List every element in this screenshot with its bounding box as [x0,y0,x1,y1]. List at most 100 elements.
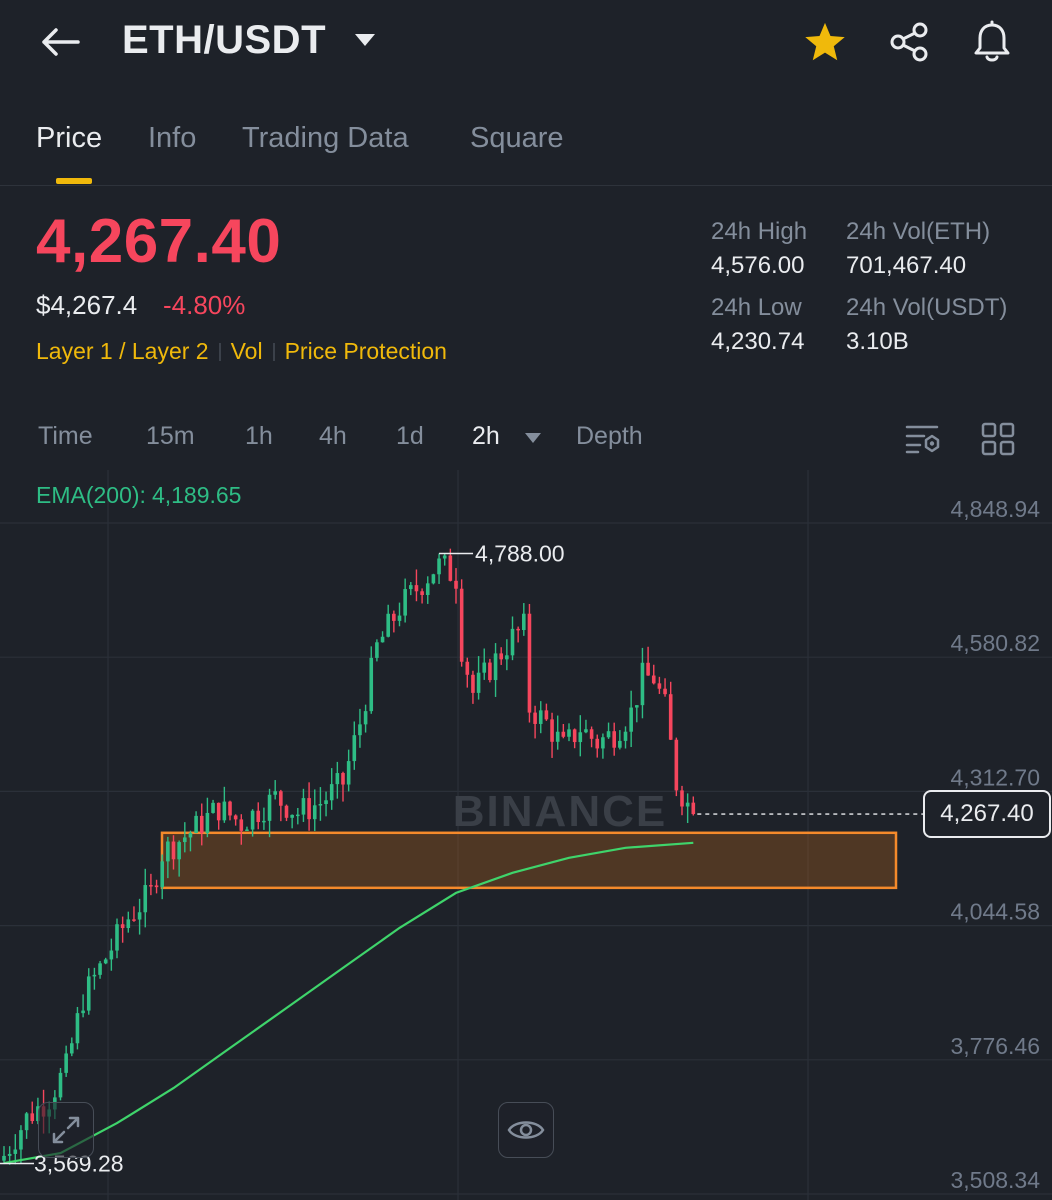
candle-body [572,729,577,743]
candle-body [437,558,441,575]
candle-body [222,801,227,821]
candle-body [561,731,566,737]
candle-body [629,707,633,732]
candle-body [256,810,261,823]
candle-body [409,585,413,590]
share-icon [890,22,928,62]
candle-body [318,804,323,806]
last-price: 4,267.40 [36,207,282,276]
candle-body [403,589,407,616]
candle-body [584,729,588,733]
tab-trading-data[interactable]: Trading Data [242,122,409,155]
candle-body [228,801,232,816]
candle-body [635,705,639,708]
eye-icon [507,1121,545,1139]
candle-body [431,574,436,584]
candle-body [81,1010,85,1014]
candle-body [601,737,605,749]
fullscreen-button[interactable] [38,1102,94,1158]
candle-body [154,885,159,888]
ema-indicator-name: EMA(200): [36,482,146,508]
candle-body [606,731,611,738]
candle-body [126,919,131,929]
interval-more-caret-icon[interactable] [524,432,542,444]
candle-body [623,731,628,741]
interval-2h[interactable]: 2h [472,422,500,451]
indicator-settings-button[interactable] [900,416,946,462]
pair-title[interactable]: ETH/USDT [122,18,326,63]
candle-body [533,712,537,724]
candle-body [454,580,458,589]
candle-body [233,815,238,820]
candle-body [488,662,492,681]
candle-body [120,924,125,929]
candle-body [183,837,187,843]
y-axis-tick-label: 4,580.82 [950,630,1040,656]
interval-time[interactable]: Time [38,422,93,451]
candle-body [510,628,515,656]
candle-body [312,805,317,820]
candle-body [115,924,119,951]
candle-body [301,798,306,815]
vol-quote-value: 3.10B [846,328,909,355]
candle-body [578,732,583,743]
tab-price[interactable]: Price [36,122,102,155]
candle-body [143,885,148,913]
tab-square[interactable]: Square [470,122,564,155]
candle-body [522,613,526,631]
tag-layer[interactable]: Layer 1 / Layer 2 [36,338,209,365]
interval-4h[interactable]: 4h [319,422,347,451]
pair-dropdown-button[interactable] [352,30,378,50]
candle-body [149,885,153,887]
candle-body [369,657,374,712]
candle-body [30,1113,35,1122]
vol-base-value: 701,467.40 [846,252,967,279]
candle-body [499,653,503,660]
back-button[interactable] [36,20,84,64]
tag-divider [218,342,221,361]
candle-body [550,719,554,742]
candlestick-chart[interactable]: BINANCE 4,788.003,569.28 4,848.944,580.8… [0,470,1052,1200]
interval-depth[interactable]: Depth [576,422,643,451]
interval-15m[interactable]: 15m [146,422,195,451]
candle-body [346,761,351,785]
candle-body [188,832,193,838]
tag-price-protection[interactable]: Price Protection [285,338,447,365]
candle-body [7,1153,12,1156]
candle-body [555,731,560,742]
candle-body [98,963,102,975]
interval-1h[interactable]: 1h [245,422,273,451]
grid-icon [981,422,1015,456]
candle-body [640,662,645,706]
tab-info[interactable]: Info [148,122,196,155]
candle-body [674,739,679,791]
candle-body [296,814,300,817]
candle-body [482,662,487,673]
candle-body [160,861,164,888]
interval-bar: Time 15m 1h 4h 1d 2h Depth [0,410,1052,466]
candle-body [103,959,108,964]
candle-body [19,1130,23,1150]
favorite-button[interactable] [801,20,849,64]
candle-body [211,802,215,813]
candle-body [273,791,277,795]
candle-body [471,674,475,693]
indicator-settings-icon [905,425,940,454]
candle-body [595,738,600,749]
candle-body [544,710,549,720]
candle-body [24,1113,29,1131]
low-value: 4,230.74 [711,328,805,355]
ema-indicator-label: EMA(200): 4,189.65 [36,482,241,509]
candle-body [505,655,509,660]
candle-body [92,974,97,977]
interval-1d[interactable]: 1d [396,422,424,451]
top-bar: ETH/USDT [0,0,1052,90]
candle-body [612,731,616,748]
bell-icon [974,20,1010,62]
layout-grid-button[interactable] [975,416,1021,462]
tag-divider [272,342,275,361]
price-alert-button[interactable] [968,20,1016,64]
toggle-visibility-button[interactable] [498,1102,554,1158]
tag-vol[interactable]: Vol [231,338,263,365]
share-button[interactable] [885,20,933,64]
